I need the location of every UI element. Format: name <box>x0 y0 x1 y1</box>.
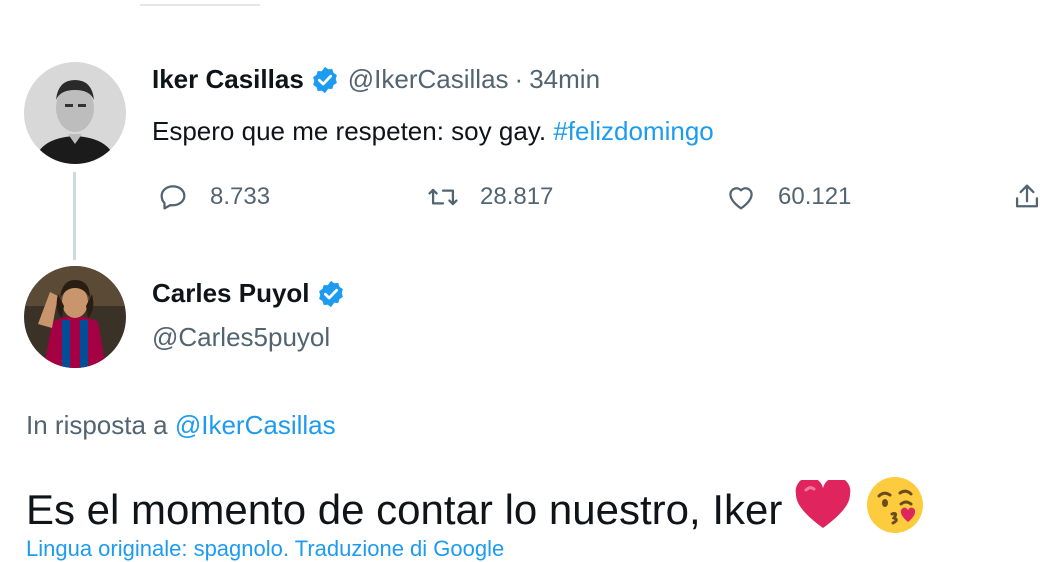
avatar-carles-puyol[interactable] <box>24 266 126 368</box>
like-icon <box>729 187 753 210</box>
reply-prefix: In risposta a <box>26 410 175 440</box>
hashtag-link[interactable]: #felizdomingo <box>553 116 713 146</box>
author-handle[interactable]: @Carles5puyol <box>152 322 330 353</box>
translate-link[interactable]: Lingua originale: spagnolo. Traduzione d… <box>26 536 504 562</box>
reply-mention-link[interactable]: @IkerCasillas <box>175 410 336 440</box>
reply-context: In risposta a @IkerCasillas <box>26 410 336 441</box>
share-button[interactable] <box>1010 180 1044 214</box>
retweet-button[interactable]: 28.817 <box>426 180 553 214</box>
author-handle[interactable]: @IkerCasillas <box>348 64 509 95</box>
tweet1-text: Espero que me respeten: soy gay. #felizd… <box>152 116 714 147</box>
verified-badge-icon <box>310 65 340 95</box>
avatar-iker-casillas[interactable] <box>24 62 126 164</box>
tweet-body: Es el momento de contar lo nuestro, Iker <box>26 486 783 533</box>
author-name[interactable]: Carles Puyol <box>152 278 310 309</box>
previous-tweet-edge <box>140 0 260 6</box>
verified-badge-icon <box>316 279 346 309</box>
kiss-emoji <box>864 474 926 546</box>
red-heart-emoji <box>794 477 852 540</box>
retweet-count: 28.817 <box>480 183 554 210</box>
reply-button[interactable]: 8.733 <box>156 180 270 214</box>
share-icon <box>1015 184 1039 208</box>
reply-icon <box>160 185 186 210</box>
tweet2-header: Carles Puyol <box>152 278 354 309</box>
retweet-icon <box>428 188 458 206</box>
tweet-time[interactable]: 34min <box>529 64 600 95</box>
like-button[interactable]: 60.121 <box>724 180 851 214</box>
like-count: 60.121 <box>778 183 852 210</box>
separator-dot: · <box>514 64 524 94</box>
tweet1-header: Iker Casillas @IkerCasillas · 34min <box>152 64 600 95</box>
tweet-body: Espero que me respeten: soy gay. <box>152 116 554 146</box>
author-name[interactable]: Iker Casillas <box>152 64 304 95</box>
reply-count: 8.733 <box>210 183 271 210</box>
thread-connector-line <box>73 172 76 260</box>
